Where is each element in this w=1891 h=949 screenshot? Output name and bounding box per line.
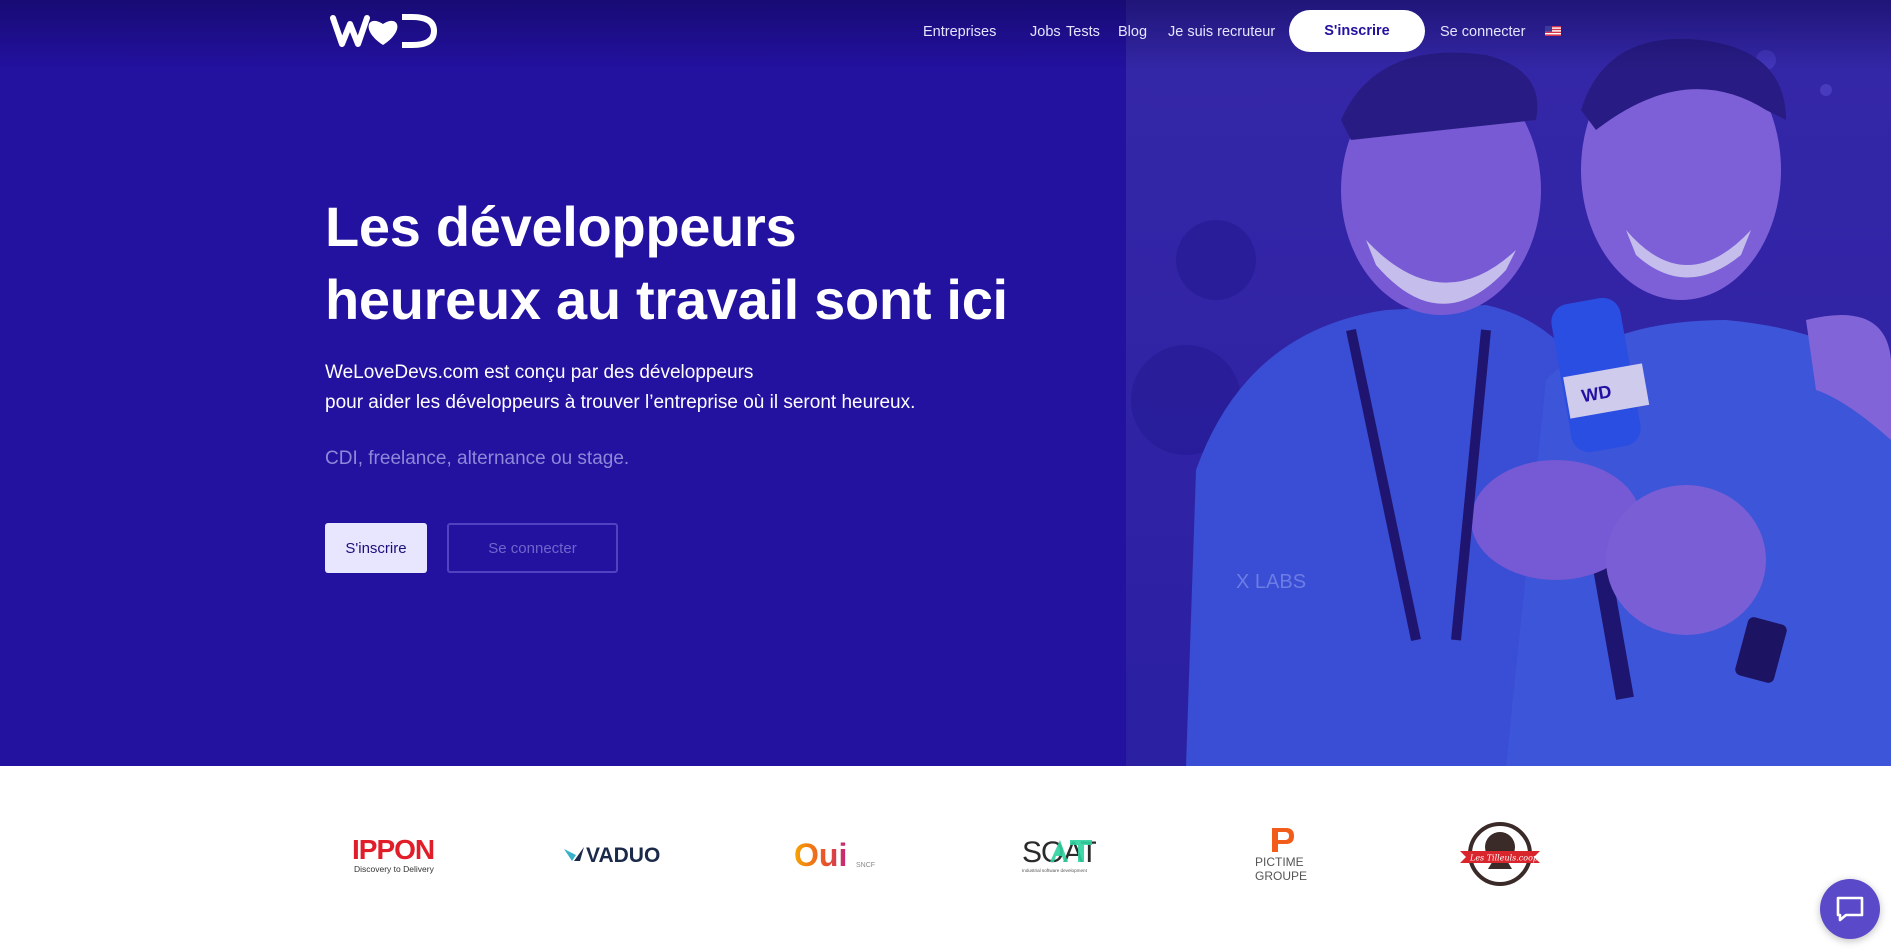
nav-item-jobs[interactable]: Jobs (1030, 23, 1061, 41)
nav-item-entreprises[interactable]: Entreprises (923, 23, 996, 41)
partner-ippon-tagline: Discovery to Delivery (354, 864, 435, 874)
partner-les-tilleuls-name: Les Tilleuls.coop (1469, 854, 1538, 863)
nav-login-link[interactable]: Se connecter (1440, 23, 1525, 41)
partner-vaduo[interactable]: VADUO (562, 814, 672, 894)
contract-types: CDI, freelance, alternance ou stage. (325, 448, 630, 469)
hero-subtitle-line1: WeLoveDevs.com est conçu par des dévelop… (325, 362, 754, 383)
hero-subtitle: WeLoveDevs.com est conçu par des dévelop… (325, 358, 1025, 418)
hero-title: Les développeurs heureux au travail sont… (325, 190, 1045, 336)
partner-oui-suffix: SNCF (856, 862, 875, 869)
hero-section: WD X LABS WD Entreprises Jobs Tests Blog… (0, 0, 1891, 766)
partner-pictime-tagline: GROUPE (1255, 869, 1307, 883)
hero-title-line1: Les développeurs (325, 195, 797, 258)
hero-subtitle-line2: pour aider les développeurs à trouver l’… (325, 392, 916, 413)
partner-logos: IPPON Discovery to Delivery VADUO Oui SN… (0, 766, 1891, 949)
chat-icon (1836, 896, 1864, 922)
partner-oui-name: Oui (794, 837, 847, 873)
partner-les-tilleuls[interactable]: Les Tilleuls.coop (1458, 814, 1542, 894)
hero-login-button[interactable]: Se connecter (447, 523, 618, 573)
nav-item-recruiter[interactable]: Je suis recruteur (1168, 23, 1275, 41)
chat-launcher-button[interactable] (1820, 879, 1880, 939)
partner-soat-tagline: Industrial software development (1022, 868, 1088, 873)
nav-item-tests[interactable]: Tests (1066, 23, 1100, 41)
partner-vaduo-name: VADUO (586, 844, 660, 867)
partner-pictime-name: PICTIME (1255, 855, 1304, 869)
partner-ippon[interactable]: IPPON Discovery to Delivery (350, 814, 440, 894)
hero-title-line2: heureux au travail sont ici (325, 268, 1008, 331)
nav-signup-button[interactable]: S'inscrire (1289, 10, 1425, 52)
us-flag-icon[interactable] (1545, 26, 1561, 36)
main-nav: Entreprises Jobs Tests Blog Je suis recr… (0, 0, 1891, 62)
partner-ippon-name: IPPON (352, 834, 434, 865)
partner-pictime[interactable]: PICTIME GROUPE (1250, 814, 1310, 894)
hero-signup-button[interactable]: S'inscrire (325, 523, 427, 573)
partner-soat[interactable]: SOAT Industrial software development (1020, 814, 1096, 894)
partner-oui-sncf[interactable]: Oui SNCF (794, 814, 884, 894)
nav-item-blog[interactable]: Blog (1118, 23, 1147, 41)
hero-photo: WD X LABS (1126, 0, 1891, 766)
photo-tint (1126, 0, 1891, 766)
